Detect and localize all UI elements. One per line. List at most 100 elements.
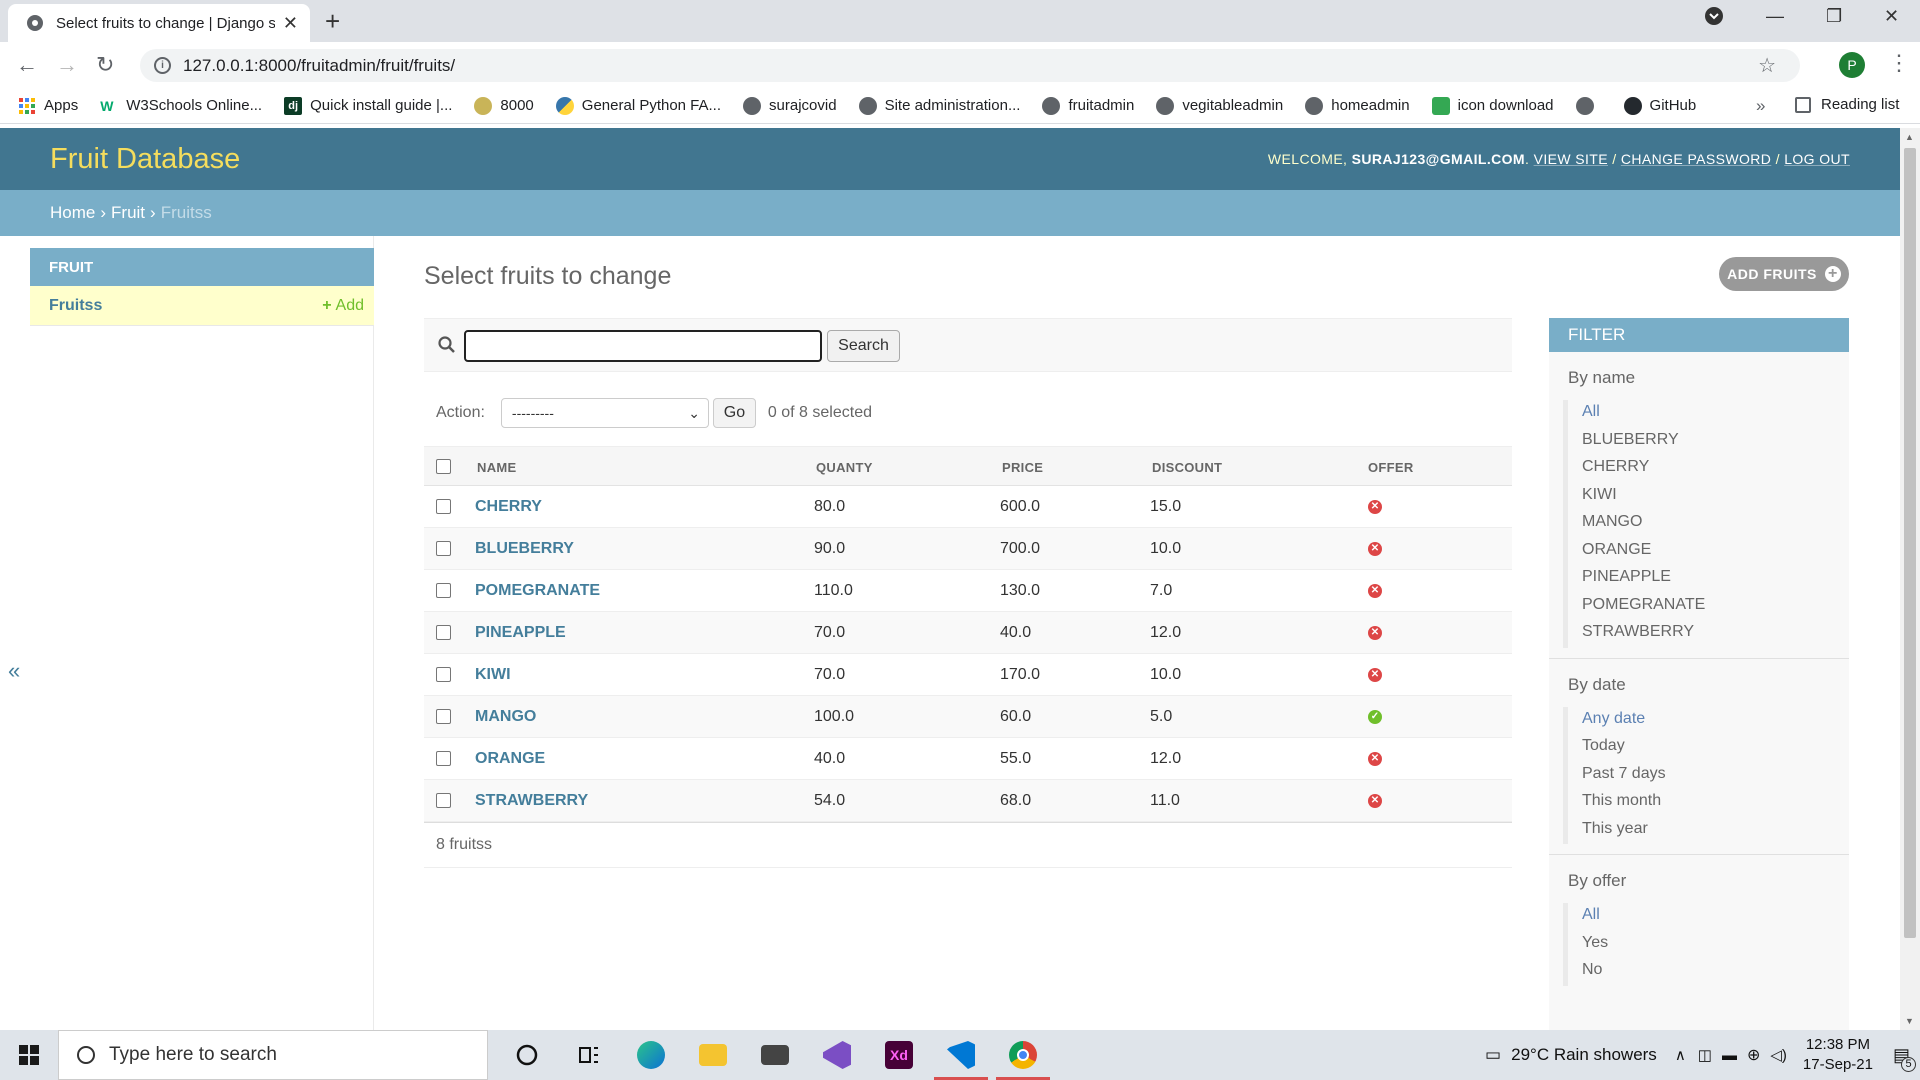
- more-bookmarks-icon[interactable]: »: [1756, 96, 1765, 116]
- bookmark-item[interactable]: fruitadmin: [1042, 96, 1134, 115]
- reading-list[interactable]: Reading list: [1795, 96, 1899, 113]
- column-header-name[interactable]: NAME: [477, 460, 516, 475]
- page-scrollbar[interactable]: ▲ ▼: [1900, 128, 1920, 1030]
- bookmark-star-icon[interactable]: ☆: [1758, 53, 1776, 78]
- site-brand[interactable]: Fruit Database: [50, 143, 240, 176]
- filter-option[interactable]: No: [1568, 958, 1849, 986]
- new-tab-icon[interactable]: +: [325, 8, 340, 34]
- profile-avatar[interactable]: P: [1839, 52, 1865, 78]
- bookmark-item[interactable]: icon download: [1431, 96, 1554, 115]
- file-explorer-icon[interactable]: [682, 1030, 744, 1080]
- bookmark-item[interactable]: homeadmin: [1305, 96, 1410, 115]
- weather-text[interactable]: 29°C Rain showers: [1511, 1045, 1657, 1065]
- filter-option[interactable]: Today: [1568, 734, 1849, 762]
- column-header-price[interactable]: PRICE: [1002, 460, 1043, 475]
- bookmark-item[interactable]: 8000: [474, 96, 534, 115]
- bookmark-item[interactable]: [1575, 96, 1602, 115]
- change-password-link[interactable]: CHANGE PASSWORD: [1621, 151, 1771, 167]
- chrome-icon[interactable]: [992, 1030, 1054, 1080]
- minimize-icon[interactable]: —: [1766, 6, 1784, 27]
- fruit-name-link[interactable]: MANGO: [475, 708, 536, 726]
- camera-icon[interactable]: ◫: [1698, 1046, 1712, 1064]
- sidebar-add-link[interactable]: + Add: [322, 297, 364, 315]
- menu-icon[interactable]: ⋮: [1888, 50, 1910, 76]
- weather-icon[interactable]: ▭: [1485, 1045, 1501, 1065]
- row-checkbox[interactable]: [436, 583, 451, 598]
- filter-option[interactable]: PINEAPPLE: [1568, 565, 1849, 593]
- filter-option[interactable]: Any date: [1568, 707, 1849, 735]
- vscode-icon[interactable]: [930, 1030, 992, 1080]
- row-checkbox[interactable]: [436, 709, 451, 724]
- filter-option[interactable]: ORANGE: [1568, 538, 1849, 566]
- search-button[interactable]: Search: [827, 330, 900, 362]
- bookmark-item[interactable]: vegitableadmin: [1156, 96, 1283, 115]
- adobe-xd-icon[interactable]: Xd: [868, 1030, 930, 1080]
- mail-icon[interactable]: [744, 1030, 806, 1080]
- filter-option[interactable]: MANGO: [1568, 510, 1849, 538]
- row-checkbox[interactable]: [436, 667, 451, 682]
- row-checkbox[interactable]: [436, 499, 451, 514]
- filter-option[interactable]: CHERRY: [1568, 455, 1849, 483]
- fruit-name-link[interactable]: CHERRY: [475, 498, 542, 516]
- add-fruits-button[interactable]: ADD FRUITS +: [1719, 257, 1849, 291]
- info-icon[interactable]: i: [154, 57, 171, 74]
- filter-option[interactable]: STRAWBERRY: [1568, 620, 1849, 648]
- column-header-offer[interactable]: OFFER: [1368, 460, 1414, 475]
- bookmark-item[interactable]: dj Quick install guide |...: [284, 96, 452, 115]
- breadcrumb-home[interactable]: Home: [50, 203, 95, 223]
- filter-option[interactable]: All: [1568, 903, 1849, 931]
- filter-option[interactable]: This year: [1568, 817, 1849, 845]
- chevron-up-icon[interactable]: ∧: [1675, 1046, 1686, 1064]
- edge-icon[interactable]: [620, 1030, 682, 1080]
- address-bar[interactable]: i 127.0.0.1:8000/fruitadmin/fruit/fruits…: [140, 49, 1800, 82]
- view-site-link[interactable]: VIEW SITE: [1534, 151, 1608, 167]
- forward-icon[interactable]: →: [56, 52, 78, 78]
- fruit-name-link[interactable]: STRAWBERRY: [475, 792, 588, 810]
- start-button[interactable]: [0, 1030, 58, 1080]
- row-checkbox[interactable]: [436, 541, 451, 556]
- fruit-name-link[interactable]: BLUEBERRY: [475, 540, 574, 558]
- collapse-sidebar-icon[interactable]: «: [8, 658, 20, 684]
- filter-option[interactable]: BLUEBERRY: [1568, 428, 1849, 456]
- select-all-checkbox[interactable]: [436, 459, 451, 474]
- row-checkbox[interactable]: [436, 793, 451, 808]
- row-checkbox[interactable]: [436, 751, 451, 766]
- scroll-up-icon[interactable]: ▲: [1905, 132, 1914, 142]
- fruit-name-link[interactable]: ORANGE: [475, 750, 545, 768]
- taskbar-search[interactable]: Type here to search: [58, 1030, 488, 1080]
- volume-icon[interactable]: ◁): [1770, 1046, 1787, 1064]
- battery-icon[interactable]: ▬: [1722, 1047, 1737, 1064]
- bookmark-item[interactable]: General Python FA...: [555, 96, 721, 115]
- filter-option[interactable]: This month: [1568, 789, 1849, 817]
- tab-search-icon[interactable]: [1704, 6, 1724, 31]
- reload-icon[interactable]: ↻: [96, 52, 114, 78]
- notifications-icon[interactable]: ▤ 5: [1893, 1045, 1916, 1072]
- filter-option[interactable]: Past 7 days: [1568, 762, 1849, 790]
- row-checkbox[interactable]: [436, 625, 451, 640]
- visual-studio-icon[interactable]: [806, 1030, 868, 1080]
- filter-option[interactable]: KIWI: [1568, 483, 1849, 511]
- clock[interactable]: 12:38 PM 17-Sep-21: [1803, 1035, 1873, 1075]
- fruit-name-link[interactable]: KIWI: [475, 666, 511, 684]
- bookmark-item[interactable]: surajcovid: [743, 96, 837, 115]
- fruit-name-link[interactable]: PINEAPPLE: [475, 624, 566, 642]
- fruit-name-link[interactable]: POMEGRANATE: [475, 582, 600, 600]
- column-header-quanty[interactable]: QUANTY: [816, 460, 873, 475]
- breadcrumb-app[interactable]: Fruit: [111, 203, 145, 223]
- bookmark-item[interactable]: GitHub: [1623, 96, 1696, 115]
- bookmark-item[interactable]: Apps: [18, 97, 78, 115]
- browser-tab[interactable]: Select fruits to change | Django s ✕: [8, 4, 310, 42]
- action-select[interactable]: --------- ⌄: [500, 398, 709, 428]
- scroll-down-icon[interactable]: ▼: [1905, 1016, 1914, 1026]
- close-window-icon[interactable]: ✕: [1884, 6, 1899, 27]
- search-input[interactable]: [464, 330, 822, 362]
- back-icon[interactable]: ←: [16, 52, 38, 78]
- filter-option[interactable]: Yes: [1568, 931, 1849, 959]
- filter-option[interactable]: All: [1568, 400, 1849, 428]
- sidebar-module-caption[interactable]: FRUIT: [30, 248, 374, 286]
- task-view-icon[interactable]: [558, 1030, 620, 1080]
- column-header-discount[interactable]: DISCOUNT: [1152, 460, 1222, 475]
- scroll-thumb[interactable]: [1904, 148, 1916, 938]
- close-tab-icon[interactable]: ✕: [283, 13, 298, 34]
- log-out-link[interactable]: LOG OUT: [1784, 151, 1850, 167]
